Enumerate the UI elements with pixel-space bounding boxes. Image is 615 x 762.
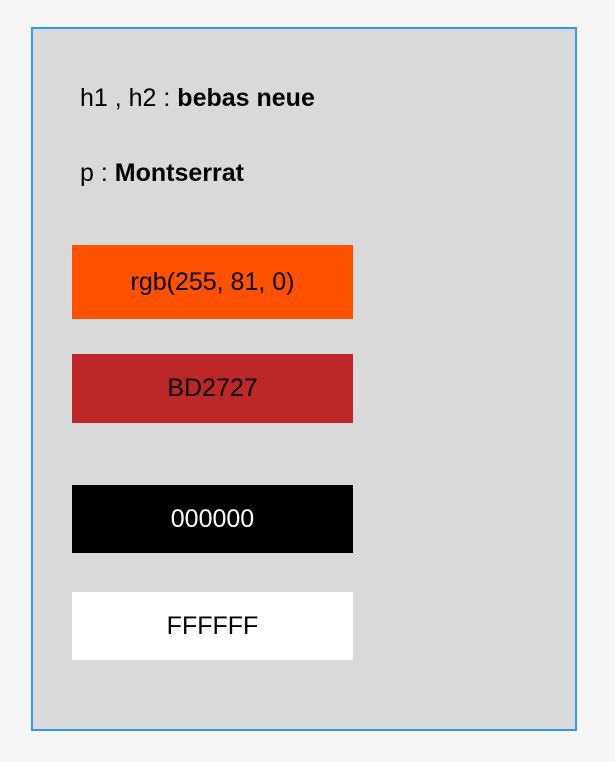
color-swatch-red: BD2727 bbox=[72, 354, 353, 423]
swatch-label: BD2727 bbox=[167, 374, 258, 402]
color-swatch-black: 000000 bbox=[72, 485, 353, 553]
heading-font-label: h1 , h2 : bbox=[80, 84, 178, 112]
swatch-label: FFFFFF bbox=[166, 611, 259, 640]
color-swatch-white: FFFFFF bbox=[72, 592, 353, 660]
paragraph-font-name: Montserrat bbox=[114, 159, 244, 187]
heading-font-name: bebas neue bbox=[177, 84, 315, 112]
swatch-label: 000000 bbox=[170, 504, 255, 533]
swatch-label: rgb(255, 81, 0) bbox=[130, 267, 295, 296]
paragraph-font-label: p : bbox=[80, 159, 115, 187]
paragraph-font-spec: p : Montserrat bbox=[80, 161, 244, 186]
color-swatch-orange: rgb(255, 81, 0) bbox=[72, 245, 353, 319]
heading-font-spec: h1 , h2 : bebas neue bbox=[80, 86, 315, 111]
